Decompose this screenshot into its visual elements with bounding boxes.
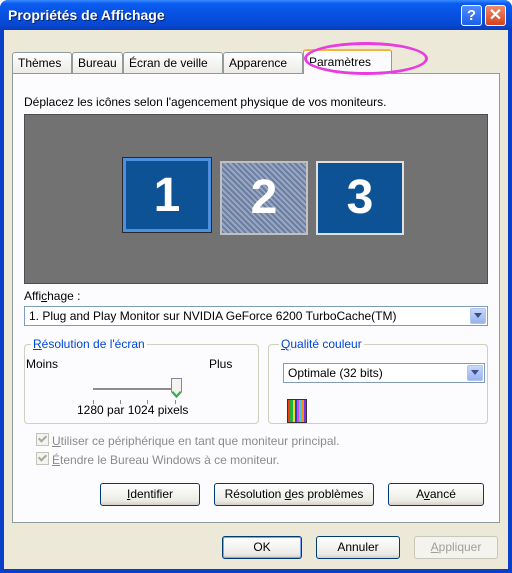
extend-desktop-checkbox[interactable]: Étendre le Bureau Windows à ce moniteur. [36, 452, 279, 467]
resolution-more-label: Plus [209, 357, 233, 371]
color-palette-icon [287, 399, 307, 423]
troubleshoot-button[interactable]: Résolution des problèmes [214, 483, 374, 506]
close-button[interactable]: ✕ [485, 5, 506, 26]
display-select[interactable]: 1. Plug and Play Monitor sur NVIDIA GeFo… [24, 306, 488, 326]
display-properties-window: Propriétés de Affichage ? ✕ Thèmes Burea… [0, 0, 512, 573]
resolution-group-label: Résolution de l'écran [31, 337, 147, 351]
color-quality-group-label: Qualité couleur [279, 337, 364, 351]
display-select-value: 1. Plug and Play Monitor sur NVIDIA GeFo… [29, 309, 397, 323]
display-label: Affichage : [24, 289, 81, 303]
monitor-1[interactable]: 1 [123, 158, 211, 232]
monitor-3[interactable]: 3 [316, 161, 404, 235]
checkbox-icon[interactable] [36, 452, 49, 465]
help-button[interactable]: ? [461, 5, 482, 26]
apply-button[interactable]: Appliquer [414, 536, 498, 559]
monitor-arrangement-area: 1 2 3 [24, 114, 488, 284]
tab-desktop[interactable]: Bureau [72, 52, 123, 73]
advanced-button[interactable]: Avancé [388, 483, 484, 506]
chevron-down-icon[interactable] [470, 308, 486, 324]
resolution-slider-thumb[interactable] [171, 378, 182, 398]
resolution-value: 1280 par 1024 pixels [77, 403, 189, 417]
dialog-client-area: Thèmes Bureau Écran de veille Apparence … [4, 30, 508, 569]
tab-screensaver[interactable]: Écran de veille [123, 52, 223, 73]
tab-appearance[interactable]: Apparence [223, 52, 303, 73]
tab-themes[interactable]: Thèmes [12, 52, 72, 73]
cancel-button[interactable]: Annuler [316, 536, 400, 559]
tab-settings[interactable]: Paramètres [303, 49, 392, 74]
resolution-slider-track[interactable] [93, 388, 176, 391]
chevron-down-icon[interactable] [467, 365, 483, 381]
title-bar[interactable]: Propriétés de Affichage ? ✕ [0, 0, 512, 30]
color-quality-value: Optimale (32 bits) [288, 366, 383, 380]
monitor-2[interactable]: 2 [220, 161, 308, 235]
color-quality-select[interactable]: Optimale (32 bits) [283, 363, 485, 383]
resolution-group: Résolution de l'écran Moins Plus 1280 pa… [24, 337, 259, 424]
primary-monitor-checkbox[interactable]: Utiliser ce périphérique en tant que mon… [36, 433, 340, 448]
identify-button[interactable]: Identifier [100, 483, 200, 506]
arrange-instruction: Déplacez les icônes selon l'agencement p… [24, 95, 387, 109]
checkbox-icon[interactable] [36, 433, 49, 446]
resolution-less-label: Moins [26, 357, 59, 371]
ok-button[interactable]: OK [222, 536, 302, 559]
window-title: Propriétés de Affichage [8, 7, 165, 23]
